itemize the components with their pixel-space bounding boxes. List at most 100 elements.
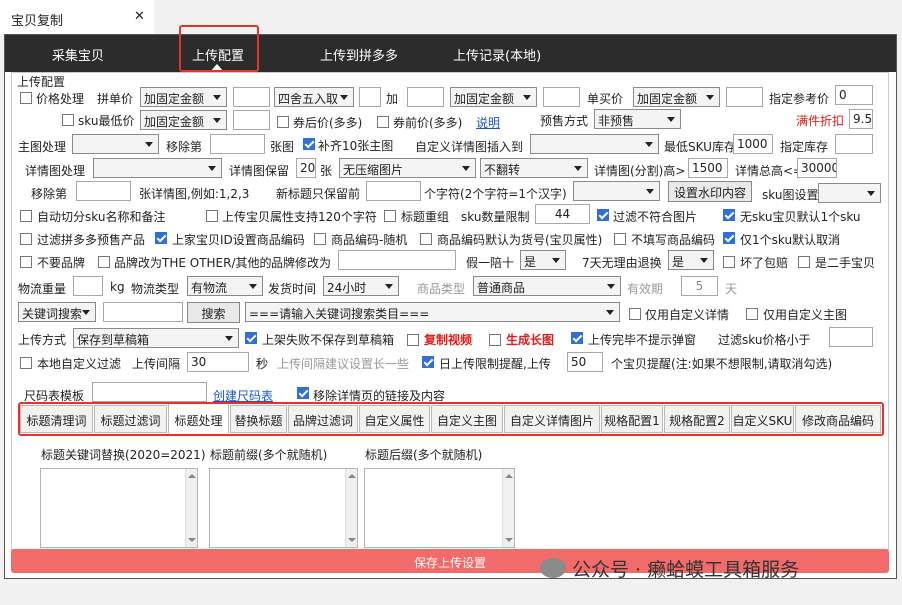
remove-nth-input[interactable] bbox=[210, 134, 265, 154]
remove-detail-input[interactable] bbox=[76, 181, 131, 201]
nav-upload-pdd[interactable]: 上传到拼多多 bbox=[320, 45, 398, 64]
fake-label: 假一陪十 bbox=[466, 256, 515, 270]
keyword-input[interactable] bbox=[103, 302, 183, 322]
daily-limit-input[interactable]: 50 bbox=[567, 352, 603, 372]
before-coupon-checkbox[interactable] bbox=[377, 116, 389, 128]
remove-links-checkbox[interactable] bbox=[297, 387, 309, 399]
watermark-button[interactable]: 设置水印内容 bbox=[668, 181, 752, 202]
keyword-replace-textarea[interactable] bbox=[40, 468, 198, 548]
no-sku-default-label: 无sku宝贝默认1个sku bbox=[740, 210, 861, 224]
interval-input[interactable]: 30 bbox=[187, 352, 249, 372]
no-brand-checkbox[interactable] bbox=[20, 256, 32, 268]
no-sku-default-checkbox[interactable] bbox=[723, 209, 735, 221]
single-sku-cancel-label: 仅1个sku默认取消 bbox=[740, 233, 841, 247]
presale-select[interactable]: 非预售 bbox=[594, 109, 681, 129]
split-height-input[interactable]: 1500 bbox=[688, 158, 728, 178]
goods-type-select[interactable]: 普通商品 bbox=[473, 276, 621, 296]
nav-upload-log[interactable]: 上传记录(本地) bbox=[453, 45, 541, 64]
detail-keep-input[interactable]: 20 bbox=[296, 158, 316, 178]
round-select[interactable]: 四舍五入取 bbox=[274, 87, 354, 107]
copy-video-checkbox[interactable] bbox=[407, 334, 419, 346]
after-coupon-checkbox[interactable] bbox=[277, 116, 289, 128]
fail-no-draft-checkbox[interactable] bbox=[245, 332, 257, 344]
ship-time-select[interactable]: 24小时 bbox=[323, 276, 399, 296]
scrollbar[interactable] bbox=[345, 469, 357, 547]
daily-limit-checkbox[interactable] bbox=[422, 356, 434, 368]
attr-120-checkbox[interactable] bbox=[206, 210, 218, 222]
custom-detail-only-checkbox[interactable] bbox=[629, 308, 641, 320]
no-code-checkbox[interactable] bbox=[614, 233, 626, 245]
weight-input[interactable] bbox=[73, 276, 103, 296]
return-select[interactable]: 是 bbox=[668, 250, 714, 270]
new-title-input[interactable] bbox=[366, 181, 421, 201]
detail-image-select[interactable] bbox=[93, 158, 222, 178]
close-icon[interactable]: ✕ bbox=[134, 9, 145, 24]
category-select[interactable]: ===请输入关键词搜索类目=== bbox=[245, 302, 620, 322]
add-value-input[interactable] bbox=[543, 87, 580, 107]
brand-change-input[interactable] bbox=[338, 250, 456, 270]
damage-pay-checkbox[interactable] bbox=[723, 256, 735, 268]
title-keep-select[interactable] bbox=[573, 181, 660, 201]
sku-price-filter-input[interactable] bbox=[829, 327, 873, 347]
flip-select[interactable]: 不翻转 bbox=[480, 158, 588, 178]
long-image-checkbox[interactable] bbox=[489, 334, 501, 346]
add-input[interactable] bbox=[407, 87, 444, 107]
upload-method-select[interactable]: 保存到草稿箱 bbox=[73, 328, 239, 348]
sku-min-input[interactable] bbox=[233, 110, 270, 130]
add-select[interactable]: 加固定金额 bbox=[450, 87, 537, 107]
sku-image-select[interactable] bbox=[818, 183, 881, 203]
single-price-select[interactable]: 加固定金额 bbox=[633, 87, 720, 107]
custom-main-only-checkbox[interactable] bbox=[746, 308, 758, 320]
title-regroup-checkbox[interactable] bbox=[384, 210, 396, 222]
no-popup-checkbox[interactable] bbox=[571, 332, 583, 344]
after-coupon-label: 券后价(多多) bbox=[293, 116, 363, 130]
second-hand-checkbox[interactable] bbox=[798, 256, 810, 268]
valid-input[interactable]: 5 bbox=[681, 276, 718, 296]
keyword-replace-label: 标题关键词替换(2020=2021) bbox=[41, 448, 206, 462]
price-process-label: 价格处理 bbox=[36, 92, 85, 106]
local-filter-checkbox[interactable] bbox=[20, 357, 32, 369]
pin-price-select[interactable]: 加固定金额 bbox=[140, 87, 227, 107]
title-prefix-textarea[interactable] bbox=[209, 468, 358, 548]
pin-price-input[interactable] bbox=[233, 87, 270, 107]
code-random-checkbox[interactable] bbox=[314, 233, 326, 245]
filter-image-checkbox[interactable] bbox=[597, 209, 609, 221]
sku-min-select[interactable]: 加固定金额 bbox=[140, 110, 227, 130]
stock-input[interactable] bbox=[835, 134, 873, 154]
sku-limit-input[interactable]: 44 bbox=[535, 204, 590, 224]
filter-presale-checkbox[interactable] bbox=[20, 233, 32, 245]
total-height-input[interactable]: 30000 bbox=[797, 158, 837, 178]
auto-split-checkbox[interactable] bbox=[20, 210, 32, 222]
discount-input[interactable]: 9.5 bbox=[849, 109, 873, 129]
price-process-checkbox[interactable] bbox=[20, 92, 32, 104]
seller-id-code-checkbox[interactable] bbox=[155, 232, 167, 244]
explain-link[interactable]: 说明 bbox=[476, 114, 500, 131]
keyword-search-select[interactable]: 关键词搜索 bbox=[18, 302, 96, 322]
round-input[interactable] bbox=[359, 87, 381, 107]
single-sku-cancel-checkbox[interactable] bbox=[723, 232, 735, 244]
discount-label: 满件折扣 bbox=[796, 114, 845, 128]
title-suffix-textarea[interactable] bbox=[364, 468, 515, 548]
fake-select[interactable]: 是 bbox=[520, 250, 566, 270]
scrollbar[interactable] bbox=[502, 469, 514, 547]
logistics-type-select[interactable]: 有物流 bbox=[187, 276, 263, 296]
document-tab[interactable]: 宝贝复制 ✕ bbox=[0, 0, 154, 34]
nav-collect[interactable]: 采集宝贝 bbox=[52, 45, 104, 64]
size-template-input[interactable] bbox=[92, 382, 207, 402]
sku-min-checkbox[interactable] bbox=[62, 114, 74, 126]
single-price-input[interactable] bbox=[726, 87, 763, 107]
fill-ten-checkbox[interactable] bbox=[303, 138, 315, 150]
brand-other-checkbox[interactable] bbox=[98, 256, 110, 268]
stock-label: 指定库存 bbox=[780, 140, 829, 154]
brand-change-label: 品牌修改为 bbox=[271, 256, 332, 270]
insert-detail-select[interactable] bbox=[530, 134, 659, 154]
code-default-checkbox[interactable] bbox=[420, 233, 432, 245]
main-image-select[interactable] bbox=[72, 134, 159, 154]
ref-price-input[interactable]: 0 bbox=[835, 85, 873, 105]
custom-detail-only-label: 仅用自定义详情 bbox=[645, 308, 730, 322]
goods-type-label: 商品类型 bbox=[417, 282, 466, 296]
search-button[interactable]: 搜索 bbox=[187, 302, 240, 323]
compress-select[interactable]: 无压缩图片 bbox=[339, 158, 476, 178]
min-sku-stock-input[interactable]: 1000 bbox=[733, 134, 773, 154]
scrollbar[interactable] bbox=[185, 469, 197, 547]
